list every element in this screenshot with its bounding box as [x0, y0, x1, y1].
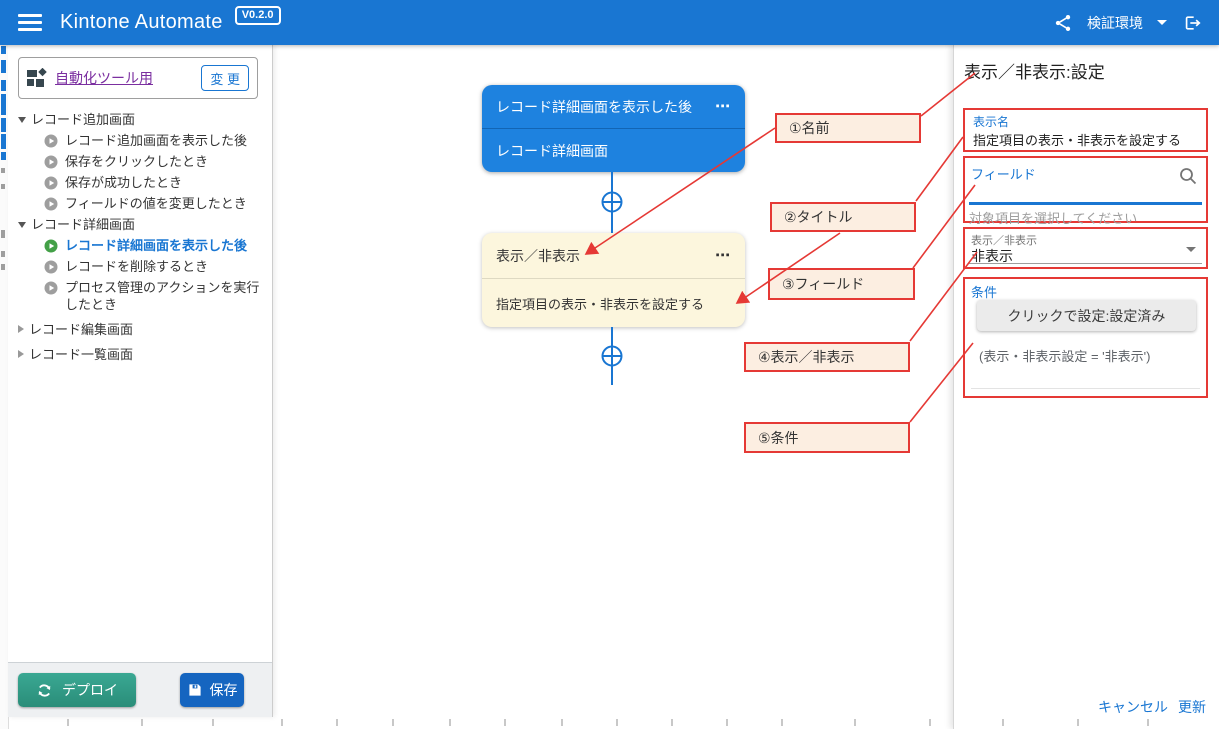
play-circle-icon	[44, 197, 58, 211]
dropdown-caret-icon[interactable]	[1186, 247, 1196, 252]
app-root: Kintone Automate V0.2.0 検証環境	[0, 0, 1219, 729]
add-node-button[interactable]	[601, 191, 623, 213]
chevron-expanded-icon[interactable]	[18, 222, 26, 228]
chevron-collapsed-icon[interactable]	[18, 325, 24, 333]
environment-selector[interactable]: 検証環境	[1087, 13, 1143, 33]
condition-summary: (表示・非表示設定 = '非表示')	[979, 346, 1150, 365]
chevron-collapsed-icon[interactable]	[18, 350, 24, 358]
more-options-icon[interactable]: ⋯	[715, 99, 731, 114]
menu-icon[interactable]	[18, 10, 42, 35]
annotation-outline-display-name: 表示名 指定項目の表示・非表示を設定する	[963, 108, 1208, 152]
app-title: Kintone Automate	[60, 11, 223, 34]
chevron-down-icon[interactable]	[1157, 20, 1167, 25]
display-name-label: 表示名	[973, 113, 1009, 130]
play-circle-icon-active	[44, 239, 58, 253]
tree-event-selected[interactable]: レコード詳細画面を表示した後	[8, 235, 272, 256]
action-node-body: 指定項目の表示・非表示を設定する	[482, 279, 745, 327]
play-circle-icon	[44, 134, 58, 148]
annotation-box-name: ①名前	[775, 113, 921, 143]
display-name-value[interactable]: 指定項目の表示・非表示を設定する	[973, 130, 1181, 149]
action-node-title: 表示／非表示	[496, 246, 580, 266]
annotation-box-field: ③フィールド	[768, 268, 915, 300]
tree-group-record-edit[interactable]: レコード編集画面	[8, 319, 272, 340]
trigger-node[interactable]: レコード詳細画面を表示した後 ⋯ レコード詳細画面	[482, 85, 745, 172]
annotation-box-visibility: ④表示／非表示	[744, 342, 910, 372]
condition-divider	[971, 388, 1200, 389]
sidebar-footer: デプロイ 保存	[8, 662, 272, 717]
action-node[interactable]: 表示／非表示 ⋯ 指定項目の表示・非表示を設定する	[482, 233, 745, 327]
version-badge: V0.2.0	[235, 6, 281, 25]
save-button[interactable]: 保存	[180, 673, 244, 707]
panel-title: 表示／非表示:設定	[964, 58, 1105, 83]
cancel-button[interactable]: キャンセル	[1098, 697, 1168, 717]
tree-event[interactable]: フィールドの値を変更したとき	[8, 193, 272, 214]
app-blocks-icon	[27, 68, 47, 88]
annotation-outline-visibility: 表示／非表示 非表示	[963, 227, 1208, 269]
annotation-box-title: ②タイトル	[770, 202, 916, 232]
save-icon	[187, 682, 203, 698]
condition-configure-button[interactable]: クリックで設定:設定済み	[977, 300, 1196, 331]
tree-event[interactable]: レコードを削除するとき	[8, 256, 272, 277]
deploy-button-label: デプロイ	[62, 680, 118, 700]
field-focus-underline	[969, 202, 1202, 205]
condition-label: 条件	[971, 282, 997, 301]
sidebar: 自動化ツール用 変 更 レコード追加画面 レコード追加画面を表示した後 保存をク…	[8, 45, 273, 717]
action-node-header: 表示／非表示 ⋯	[482, 233, 745, 279]
app-selector: 自動化ツール用 変 更	[18, 57, 258, 99]
search-icon	[1178, 166, 1198, 186]
app-name-link[interactable]: 自動化ツール用	[55, 68, 153, 88]
trigger-node-header: レコード詳細画面を表示した後 ⋯	[482, 85, 745, 129]
logout-icon[interactable]	[1181, 13, 1203, 33]
sync-icon	[36, 682, 53, 699]
tree-event[interactable]: 保存が成功したとき	[8, 172, 272, 193]
trigger-node-subtitle: レコード詳細画面	[496, 141, 608, 161]
trigger-node-body: レコード詳細画面	[482, 129, 745, 172]
save-button-label: 保存	[210, 680, 238, 700]
topbar-right-group: 検証環境	[1053, 13, 1203, 33]
play-circle-icon	[44, 176, 58, 190]
tree-group-record-add[interactable]: レコード追加画面	[8, 109, 272, 130]
annotation-outline-field: フィールド 対象項目を選択してください	[963, 156, 1208, 223]
tree-group-record-list[interactable]: レコード一覧画面	[8, 344, 272, 365]
action-node-subtitle: 指定項目の表示・非表示を設定する	[496, 294, 704, 313]
update-button[interactable]: 更新	[1178, 697, 1206, 717]
tree-event[interactable]: レコード追加画面を表示した後	[8, 130, 272, 151]
tree-event[interactable]: プロセス管理のアクションを実行したとき	[8, 277, 272, 315]
share-icon[interactable]	[1053, 13, 1073, 33]
deploy-button[interactable]: デプロイ	[18, 673, 136, 707]
visibility-underline	[969, 263, 1202, 264]
tree-event[interactable]: 保存をクリックしたとき	[8, 151, 272, 172]
tree-group-record-detail[interactable]: レコード詳細画面	[8, 214, 272, 235]
settings-panel: 表示／非表示:設定 表示名 指定項目の表示・非表示を設定する フィールド 対象項…	[953, 45, 1219, 729]
top-bar: Kintone Automate V0.2.0 検証環境	[0, 0, 1219, 45]
annotation-outline-condition: 条件 クリックで設定:設定済み (表示・非表示設定 = '非表示')	[963, 277, 1208, 398]
event-tree: レコード追加画面 レコード追加画面を表示した後 保存をクリックしたとき 保存が成…	[8, 109, 272, 365]
chevron-expanded-icon[interactable]	[18, 117, 26, 123]
annotation-box-condition: ⑤条件	[744, 422, 910, 453]
field-placeholder-text: 対象項目を選択してください	[969, 208, 1137, 227]
add-node-button[interactable]	[601, 345, 623, 367]
play-circle-icon	[44, 281, 58, 295]
more-options-icon[interactable]: ⋯	[715, 248, 731, 263]
field-search-input[interactable]	[971, 180, 1170, 202]
trigger-node-title: レコード詳細画面を表示した後	[496, 97, 692, 117]
play-circle-icon	[44, 260, 58, 274]
change-app-button[interactable]: 変 更	[201, 65, 249, 91]
play-circle-icon	[44, 155, 58, 169]
